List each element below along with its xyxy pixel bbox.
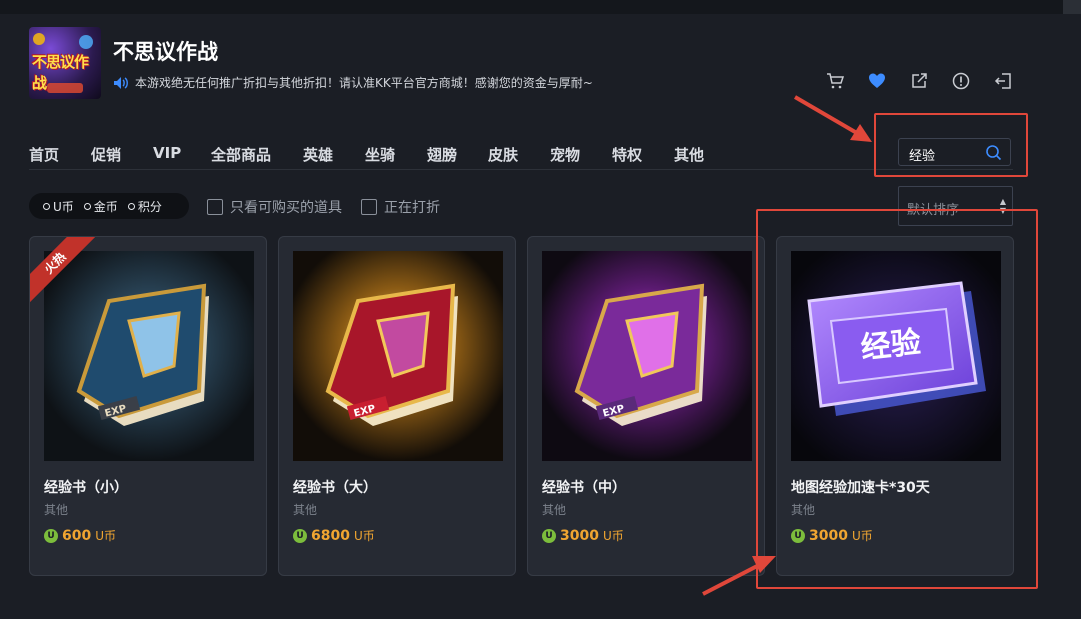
radio-icon [43,202,50,210]
page-title: 不思议作战 [113,40,218,64]
nav-item-mount[interactable]: 坐骑 [365,144,427,165]
arrow-to-search [793,95,872,142]
checkbox-icon [207,199,223,215]
nav-item-other[interactable]: 其他 [674,144,704,165]
nav-item-vip[interactable]: VIP [153,144,211,165]
product-name: 经验书（中） [542,480,626,496]
scrollbar[interactable] [1063,0,1081,14]
nav-item-promo[interactable]: 促销 [91,144,153,165]
product-name: 经验书（大） [293,480,377,496]
product-image: EXP [542,251,752,461]
notice-text: 本游戏绝无任何推广折扣与其他折扣！请认准KK平台官方商城！感谢您的资金与厚耐~ [135,76,593,90]
exp-book-red-icon: EXP [293,251,503,461]
product-price: U 3000 U币 [542,527,624,544]
checkbox-icon [361,199,377,215]
product-category: 其他 [293,503,318,517]
nav-item-pet[interactable]: 宠物 [550,144,612,165]
on-sale-label: 正在打折 [384,200,440,216]
heart-icon[interactable] [856,70,898,92]
notice-bar: 本游戏绝无任何推广折扣与其他折扣！请认准KK平台官方商城！感谢您的资金与厚耐~ [113,74,593,91]
category-nav: 首页 促销 VIP 全部商品 英雄 坐骑 翅膀 皮肤 宠物 特权 其他 [29,144,704,165]
header-toolbar [814,70,1024,92]
currency-option-gold[interactable]: 金币 [83,198,118,215]
product-price: U 600 U币 [44,527,116,544]
currency-filter: U币 金币 积分 [29,193,189,219]
product-card[interactable]: EXP 经验书（中） 其他 U 3000 U币 [527,236,765,576]
share-icon[interactable] [898,70,940,92]
nav-item-skin[interactable]: 皮肤 [488,144,550,165]
speaker-icon [114,76,128,89]
product-category: 其他 [542,503,567,517]
cart-icon[interactable] [814,70,856,92]
exp-book-purple-icon: EXP [542,251,752,461]
ucoin-icon: U [293,528,307,543]
nav-divider [29,169,1013,170]
only-buyable-checkbox[interactable]: 只看可购买的道具 [207,197,342,217]
nav-item-all[interactable]: 全部商品 [211,144,303,165]
hot-badge: 火热 [30,237,110,317]
product-price: U 6800 U币 [293,527,375,544]
currency-option-points[interactable]: 积分 [127,198,162,215]
search-highlight-box [874,113,1028,177]
currency-option-ucoin[interactable]: U币 [43,198,74,215]
window-top-strip [0,0,1081,14]
game-logo: 不思议作战 [29,27,101,99]
exit-icon[interactable] [982,70,1024,92]
nav-item-home[interactable]: 首页 [29,144,91,165]
product-card[interactable]: EXP 火热 经验书（小） 其他 U 600 U币 [29,236,267,576]
product-category: 其他 [44,503,69,517]
product-highlight-box [756,209,1038,589]
ucoin-icon: U [44,528,58,543]
radio-icon [127,202,135,210]
logo-text: 不思议作战 [32,53,89,92]
ucoin-icon: U [542,528,556,543]
nav-item-wings[interactable]: 翅膀 [427,144,488,165]
radio-icon [83,202,91,210]
nav-item-hero[interactable]: 英雄 [303,144,365,165]
on-sale-checkbox[interactable]: 正在打折 [361,197,440,217]
product-name: 经验书（小） [44,480,128,496]
only-buyable-label: 只看可购买的道具 [230,200,342,216]
product-image: EXP [293,251,503,461]
product-card[interactable]: EXP 经验书（大） 其他 U 6800 U币 [278,236,516,576]
nav-item-privilege[interactable]: 特权 [612,144,674,165]
alert-icon[interactable] [940,70,982,92]
